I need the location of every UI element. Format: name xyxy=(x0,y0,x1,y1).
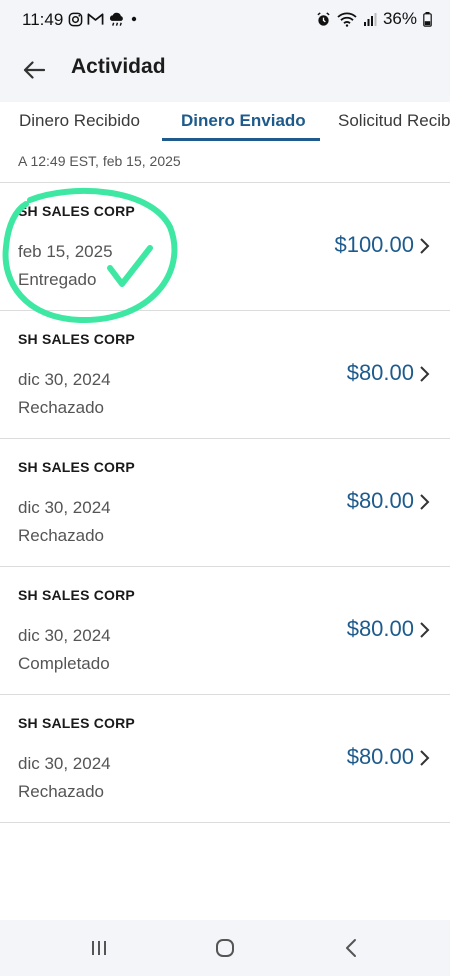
transaction-recipient: SH SALES CORP xyxy=(18,715,135,731)
transaction-row[interactable]: SH SALES CORP dic 30, 2024 Rechazado $80… xyxy=(0,439,450,567)
signal-icon xyxy=(363,13,377,26)
transaction-status: Rechazado xyxy=(18,526,105,545)
chevron-right-icon xyxy=(420,238,430,254)
tab-bar: Dinero Recibido Dinero Enviado Solicitud… xyxy=(0,102,450,142)
header-area: 11:49 36% Actividad xyxy=(0,0,450,102)
transaction-amount: $80.00 xyxy=(346,488,414,513)
instagram-icon xyxy=(68,12,83,26)
transaction-amount: $100.00 xyxy=(334,232,414,257)
active-tab-indicator xyxy=(162,138,320,141)
transaction-status: Rechazado xyxy=(18,782,105,801)
transaction-date: dic 30, 2024 xyxy=(18,754,111,773)
transaction-recipient: SH SALES CORP xyxy=(18,331,135,347)
app-bar: Actividad xyxy=(0,42,450,102)
transaction-row[interactable]: SH SALES CORP dic 30, 2024 Completado $8… xyxy=(0,567,450,695)
transaction-recipient: SH SALES CORP xyxy=(18,203,135,219)
transaction-date: dic 30, 2024 xyxy=(18,626,111,645)
chevron-right-icon xyxy=(420,750,430,766)
transaction-row[interactable]: SH SALES CORP dic 30, 2024 Rechazado $80… xyxy=(0,695,450,823)
transaction-row[interactable]: SH SALES CORP feb 15, 2025 Entregado $10… xyxy=(0,183,450,311)
transaction-date: feb 15, 2025 xyxy=(18,242,113,261)
transaction-amount: $80.00 xyxy=(346,744,414,769)
last-updated-timestamp: A 12:49 EST, feb 15, 2025 xyxy=(18,153,181,169)
gmail-icon xyxy=(87,13,104,25)
transaction-amount: $80.00 xyxy=(346,616,414,641)
tab-dinero-enviado[interactable]: Dinero Enviado xyxy=(181,111,306,131)
page-title: Actividad xyxy=(71,55,166,78)
chevron-right-icon xyxy=(420,494,430,510)
tab-dinero-recibido[interactable]: Dinero Recibido xyxy=(19,111,140,131)
status-bar: 11:49 36% xyxy=(0,0,450,42)
transaction-status: Completado xyxy=(18,654,110,673)
transaction-date: dic 30, 2024 xyxy=(18,370,111,389)
home-icon xyxy=(216,939,234,957)
home-button[interactable] xyxy=(210,934,240,962)
weather-icon xyxy=(109,12,123,26)
transaction-status: Entregado xyxy=(18,270,97,289)
back-button[interactable] xyxy=(18,54,50,86)
dot-icon xyxy=(131,16,137,22)
battery-percent: 36% xyxy=(382,9,417,28)
chevron-right-icon xyxy=(420,366,430,382)
status-time: 11:49 xyxy=(22,10,64,29)
recent-apps-button[interactable] xyxy=(84,934,114,962)
transaction-recipient: SH SALES CORP xyxy=(18,459,135,475)
alarm-icon xyxy=(317,11,330,26)
transaction-date: dic 30, 2024 xyxy=(18,498,111,517)
transaction-amount: $80.00 xyxy=(346,360,414,385)
arrow-left-icon xyxy=(23,61,45,79)
battery-icon xyxy=(423,11,432,27)
recent-apps-icon xyxy=(92,941,106,955)
wifi-icon xyxy=(337,12,357,27)
system-back-button[interactable] xyxy=(336,934,366,962)
transaction-recipient: SH SALES CORP xyxy=(18,587,135,603)
transaction-list: SH SALES CORP feb 15, 2025 Entregado $10… xyxy=(0,183,450,823)
transaction-status: Rechazado xyxy=(18,398,105,417)
status-left-icons xyxy=(68,11,139,27)
transaction-row[interactable]: SH SALES CORP dic 30, 2024 Rechazado $80… xyxy=(0,311,450,439)
tab-solicitud-recibida[interactable]: Solicitud Recib xyxy=(338,111,450,131)
status-right: 36% xyxy=(316,9,432,29)
chevron-right-icon xyxy=(420,622,430,638)
system-nav-bar xyxy=(0,920,450,976)
back-icon xyxy=(346,939,356,957)
